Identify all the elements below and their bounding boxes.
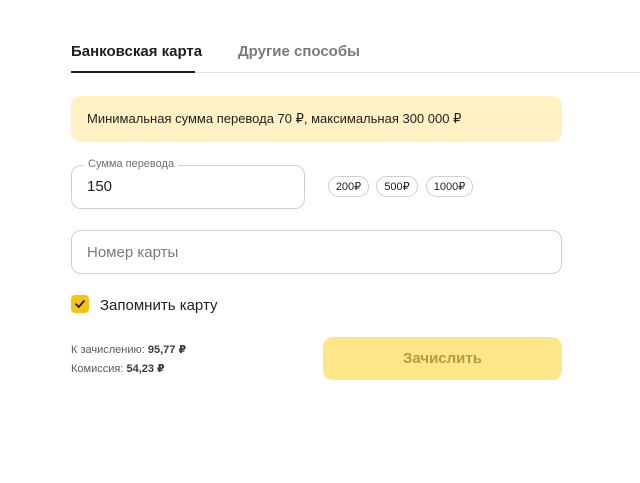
payment-method-tabs: Банковская карта Другие способы xyxy=(0,0,640,74)
tab-bank-card[interactable]: Банковская карта xyxy=(71,43,202,60)
credit-label: К зачислению: xyxy=(71,344,145,356)
remember-card-label[interactable]: Запомнить карту xyxy=(100,297,217,314)
tab-other-methods[interactable]: Другие способы xyxy=(238,43,360,60)
card-number-input[interactable] xyxy=(87,244,527,261)
checkmark-icon xyxy=(75,300,85,308)
submit-button[interactable]: Зачислить xyxy=(323,337,562,380)
tabs-divider xyxy=(195,72,640,73)
fee-line: Комиссия: 54,23 ₽ xyxy=(71,362,165,375)
amount-field[interactable]: Сумма перевода xyxy=(71,158,305,209)
notice-text: Минимальная сумма перевода 70 ₽, максима… xyxy=(87,111,462,126)
amount-input[interactable] xyxy=(87,178,287,195)
fee-label: Комиссия: xyxy=(71,363,124,375)
remember-card-checkbox[interactable] xyxy=(71,295,89,313)
active-tab-indicator xyxy=(71,71,195,73)
card-number-field[interactable] xyxy=(71,230,562,274)
quick-amount-200-button[interactable]: 200₽ xyxy=(328,176,369,197)
amount-label: Сумма перевода xyxy=(84,158,179,170)
transfer-limits-notice: Минимальная сумма перевода 70 ₽, максима… xyxy=(71,96,562,142)
fee-value: 54,23 ₽ xyxy=(126,363,165,375)
quick-amount-500-button[interactable]: 500₽ xyxy=(376,176,418,197)
credit-amount-line: К зачислению: 95,77 ₽ xyxy=(71,343,186,356)
credit-value: 95,77 ₽ xyxy=(147,344,187,356)
quick-amount-1000-button[interactable]: 1000₽ xyxy=(426,176,473,197)
